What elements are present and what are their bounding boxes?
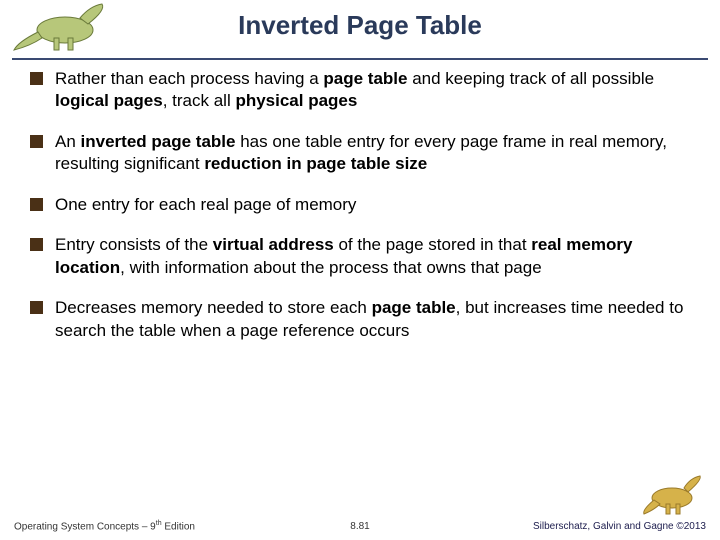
title-rule	[12, 58, 708, 60]
bullet-text: Entry consists of the virtual address of…	[55, 234, 692, 279]
footer-right: Silberschatz, Galvin and Gagne ©2013	[533, 521, 706, 532]
dinosaur-green-icon	[10, 2, 110, 52]
slide-header: Inverted Page Table	[0, 0, 720, 66]
bullet-item: Rather than each process having a page t…	[30, 68, 692, 113]
slide: Inverted Page Table Rather than each pro…	[0, 0, 720, 540]
slide-footer: Operating System Concepts – 9th Edition …	[0, 514, 720, 532]
bullet-text: Decreases memory needed to store each pa…	[55, 297, 692, 342]
bullet-item: One entry for each real page of memory	[30, 194, 692, 216]
bullet-item: An inverted page table has one table ent…	[30, 131, 692, 176]
slide-content: Rather than each process having a page t…	[30, 68, 692, 360]
bullet-square-icon	[30, 135, 43, 148]
bullet-square-icon	[30, 238, 43, 251]
bullet-item: Decreases memory needed to store each pa…	[30, 297, 692, 342]
bullet-square-icon	[30, 72, 43, 85]
dinosaur-yellow-icon	[642, 474, 706, 516]
bullet-text: An inverted page table has one table ent…	[55, 131, 692, 176]
bullet-text: Rather than each process having a page t…	[55, 68, 692, 113]
bullet-text: One entry for each real page of memory	[55, 194, 692, 216]
bullet-square-icon	[30, 198, 43, 211]
bullet-item: Entry consists of the virtual address of…	[30, 234, 692, 279]
bullet-square-icon	[30, 301, 43, 314]
